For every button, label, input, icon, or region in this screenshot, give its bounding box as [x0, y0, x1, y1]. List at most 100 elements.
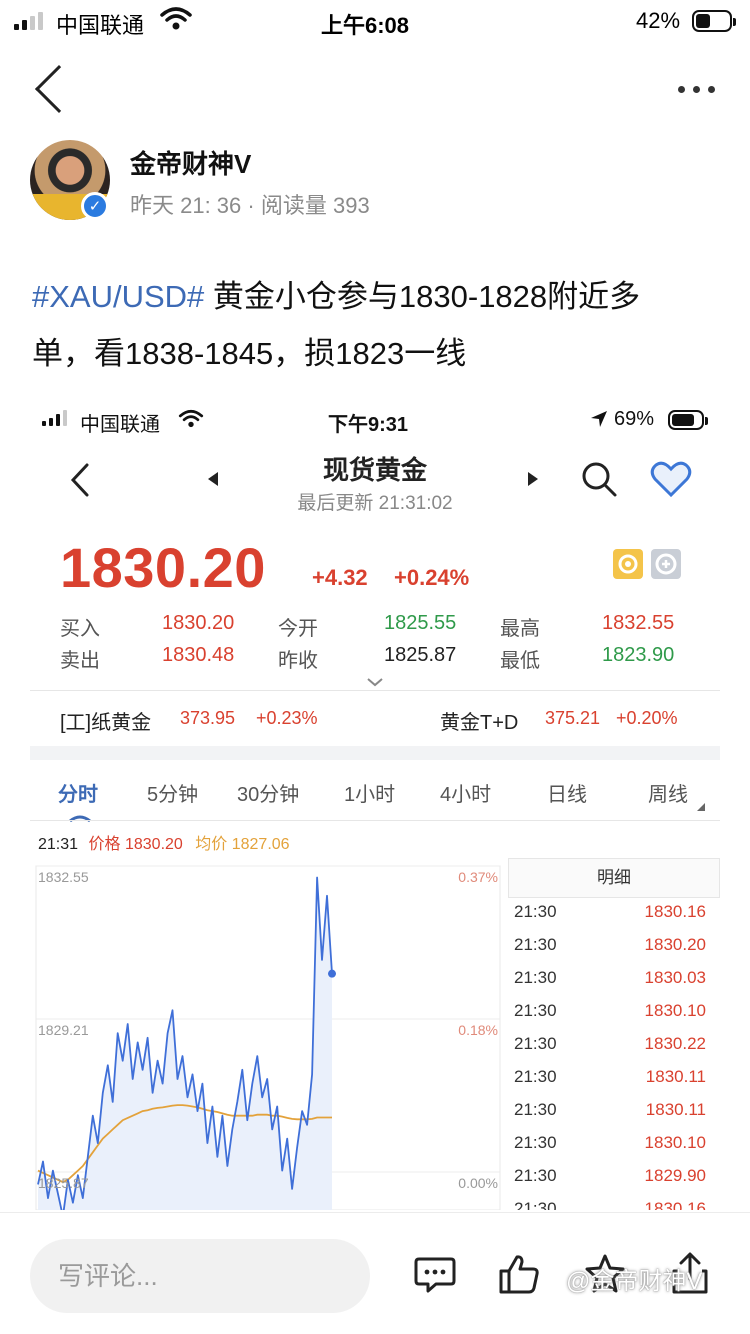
detail-price: 1830.11 — [645, 1100, 706, 1119]
detail-time: 21:30 — [514, 1199, 557, 1210]
detail-row: 21:30 1829.90 — [514, 1166, 714, 1199]
detail-row: 21:30 1830.22 — [514, 1034, 714, 1067]
detail-price: 1830.10 — [644, 1001, 706, 1020]
detail-time: 21:30 — [514, 1067, 557, 1086]
related-right-name[interactable]: 黄金T+D — [440, 706, 518, 735]
y-tick-label: 1825.87 — [38, 1175, 89, 1191]
intraday-chart[interactable]: 1832.55 0.37% 1829.21 0.18% 1825.87 0.00% — [30, 858, 506, 1210]
tab-intraday[interactable]: 分时 — [58, 778, 98, 807]
detail-time: 21:30 — [514, 1133, 557, 1152]
detail-row: 21:30 1830.11 — [514, 1067, 714, 1100]
pct-tick-label: 0.00% — [458, 1175, 498, 1191]
comment-input[interactable]: 写评论... — [30, 1239, 370, 1313]
detail-row: 21:30 1830.10 — [514, 1001, 714, 1034]
detail-row: 21:30 1830.16 — [514, 902, 714, 935]
current-price: 1830.20 — [60, 536, 266, 599]
inner-signal-icon — [42, 410, 67, 426]
chart-info: 21:31 价格 1830.20 均价 1827.06 — [38, 830, 290, 854]
detail-price: 1829.90 — [644, 1166, 706, 1185]
last-price-dot — [328, 969, 336, 978]
inner-battery-percent: 69% — [614, 408, 655, 430]
tab-daily[interactable]: 日线 — [547, 778, 587, 807]
detail-price: 1830.11 — [645, 1067, 706, 1086]
attached-image[interactable]: 中国联通 下午9:31 69% 现货黄金 最后更新 21:31:02 1830.… — [30, 400, 720, 1210]
wifi-icon — [160, 6, 192, 38]
search-icon[interactable] — [580, 460, 618, 503]
battery-percent: 42% — [636, 8, 681, 33]
detail-time: 21:30 — [514, 1100, 557, 1119]
inner-clock: 下午9:31 — [328, 414, 409, 436]
related-left-price: 373.95 — [180, 708, 236, 728]
chart-time: 21:31 — [38, 836, 79, 853]
timeframe-tabs: 分时 5分钟 30分钟 1小时 4小时 日线 周线 — [30, 768, 720, 824]
chart-avg: 1827.06 — [231, 836, 290, 853]
related-right-pct: +0.20% — [616, 708, 678, 728]
detail-time: 21:30 — [514, 902, 557, 921]
tab-5min[interactable]: 5分钟 — [147, 778, 198, 807]
related-left-pct: +0.23% — [256, 708, 318, 728]
hashtag-link[interactable]: #XAU/USD# — [32, 279, 204, 314]
inner-carrier: 中国联通 — [80, 414, 160, 436]
comment-icon[interactable] — [414, 1255, 456, 1300]
sell-label: 卖出 — [60, 650, 100, 672]
detail-price: 1830.16 — [644, 902, 706, 921]
post-text: #XAU/USD# 黄金小仓参与1830-1828附近多 单，看1838-184… — [32, 268, 722, 382]
detail-time: 21:30 — [514, 968, 557, 987]
bottom-bar: 写评论... @金帝财神V — [0, 1212, 750, 1334]
detail-time: 21:30 — [514, 1034, 557, 1053]
detail-price: 1830.10 — [644, 1133, 706, 1152]
tab-1h[interactable]: 1小时 — [344, 778, 395, 807]
section-gap — [30, 746, 720, 760]
post-text-line2: 单，看1838-1845，损1823一线 — [32, 336, 467, 371]
price-area — [38, 877, 332, 1210]
detail-row: 21:30 1830.20 — [514, 935, 714, 968]
active-tab-indicator — [68, 806, 92, 829]
chart-price: 1830.20 — [124, 836, 183, 853]
prev-close-label: 昨收 — [278, 650, 318, 672]
battery-icon — [692, 10, 736, 32]
back-icon[interactable] — [34, 64, 84, 114]
price-change: +4.32 — [312, 565, 368, 590]
chart-avg-label: 均价 — [195, 836, 228, 853]
more-icon[interactable] — [678, 86, 715, 93]
next-instrument-icon[interactable] — [528, 472, 538, 486]
prev-close-price: 1825.87 — [384, 644, 457, 666]
divider — [30, 690, 720, 691]
reads-label: 阅读量 — [260, 193, 327, 218]
detail-time: 21:30 — [514, 1166, 557, 1185]
open-label: 今开 — [278, 618, 318, 640]
y-tick-label: 1829.21 — [38, 1022, 89, 1038]
detail-row: 21:30 1830.10 — [514, 1133, 714, 1166]
alert-icon[interactable] — [612, 548, 644, 585]
tab-weekly[interactable]: 周线 — [648, 778, 688, 807]
pct-tick-label: 0.18% — [458, 1022, 498, 1038]
location-arrow-icon — [590, 410, 608, 433]
related-left-name[interactable]: [工]纸黄金 — [60, 706, 151, 735]
author-name[interactable]: 金帝财神V — [130, 144, 251, 181]
y-tick-label: 1832.55 — [38, 869, 89, 885]
detail-price: 1830.22 — [644, 1034, 706, 1053]
high-label: 最高 — [500, 618, 540, 640]
tab-more-icon[interactable] — [697, 794, 705, 817]
calculator-icon[interactable] — [650, 548, 682, 585]
signal-icon — [14, 12, 43, 30]
verified-badge: ✓ — [81, 192, 109, 220]
detail-price: 1830.16 — [644, 1199, 706, 1210]
high-price: 1832.55 — [602, 612, 675, 634]
tab-30min[interactable]: 30分钟 — [237, 778, 299, 807]
chart-price-label: 价格 — [88, 836, 121, 853]
meta-separator: · — [247, 193, 255, 218]
inner-wifi-icon — [178, 409, 204, 434]
tab-4h[interactable]: 4小时 — [440, 778, 491, 807]
heart-icon[interactable] — [650, 460, 692, 503]
low-price: 1823.90 — [602, 644, 675, 666]
detail-price: 1830.20 — [644, 935, 706, 954]
detail-row: 21:30 1830.11 — [514, 1100, 714, 1133]
related-right-price: 375.21 — [545, 708, 601, 728]
detail-time: 21:30 — [514, 1001, 557, 1020]
detail-row: 21:30 1830.16 — [514, 1199, 714, 1210]
like-icon[interactable] — [498, 1253, 540, 1300]
tabs-divider — [30, 820, 720, 821]
detail-time: 21:30 — [514, 935, 557, 954]
watermark: @金帝财神V — [566, 1268, 703, 1295]
